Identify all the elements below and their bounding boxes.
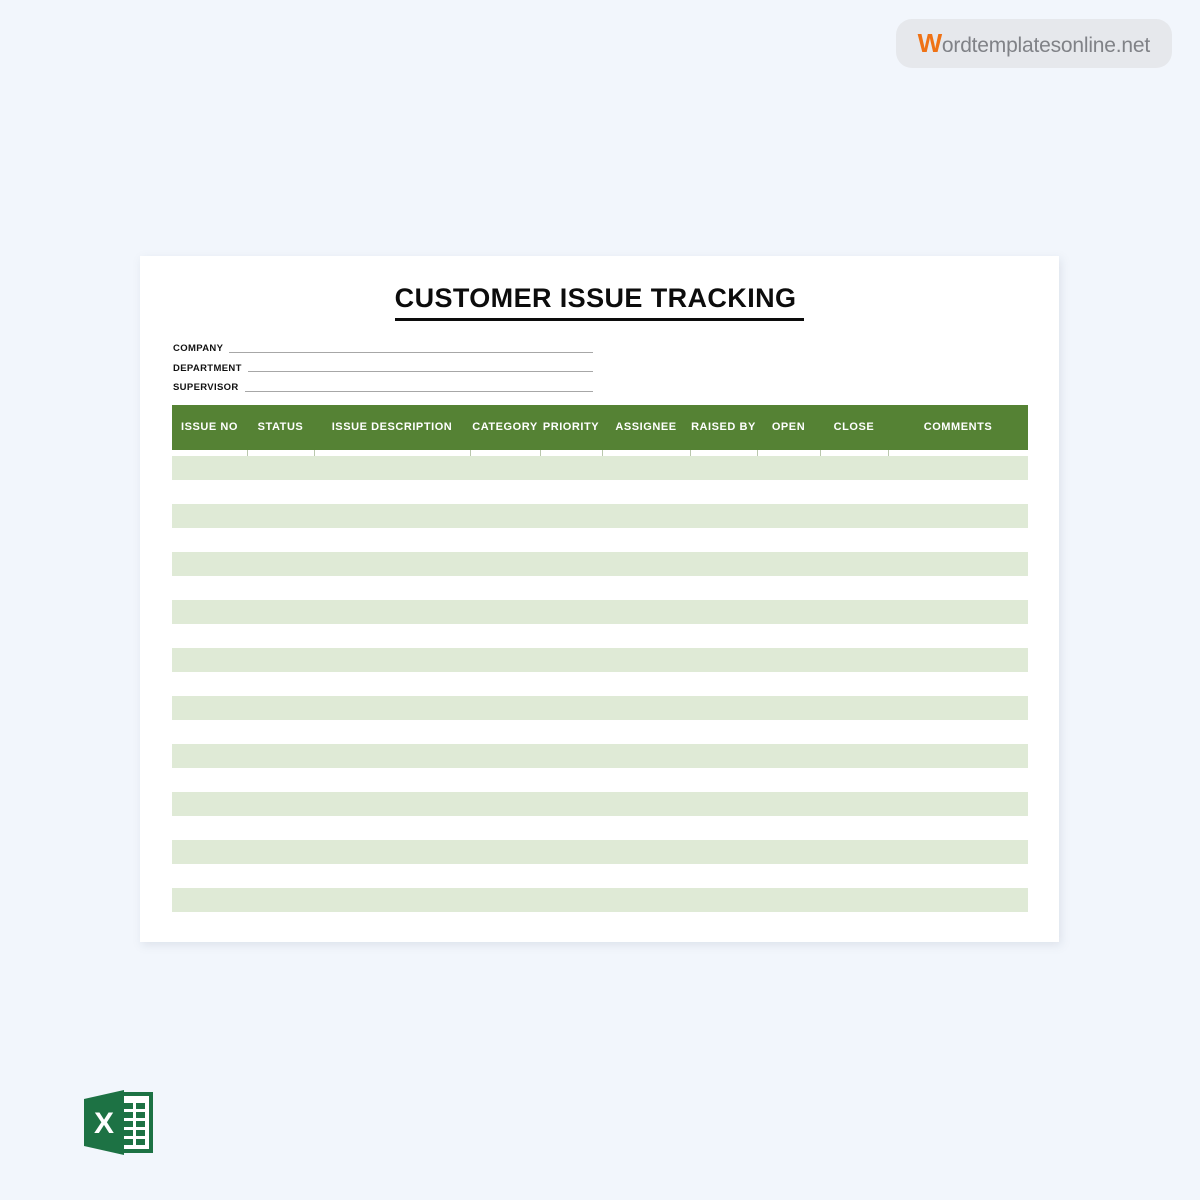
table-row[interactable] (172, 864, 1028, 888)
page-title: CUSTOMER ISSUE TRACKING (394, 283, 805, 321)
department-label: DEPARTMENT (173, 362, 242, 374)
column-divider-5 (690, 450, 691, 456)
column-header-category[interactable]: CATEGORY (470, 422, 540, 433)
table-row[interactable] (172, 744, 1028, 768)
watermark-badge: Wordtemplatesonline.net (895, 19, 1172, 68)
column-header-status[interactable]: STATUS (247, 422, 314, 433)
column-header-comments[interactable]: COMMENTS (888, 422, 1028, 433)
column-divider-1 (314, 450, 315, 456)
svg-text:X: X (94, 1107, 114, 1140)
table-row[interactable] (172, 552, 1028, 576)
excel-icon: X (78, 1083, 157, 1162)
column-header-assignee[interactable]: ASSIGNEE (602, 422, 690, 433)
column-header-raised-by[interactable]: RAISED BY (690, 422, 757, 433)
column-divider-6 (757, 450, 758, 456)
column-header-issue-no[interactable]: ISSUE NO (172, 422, 247, 433)
supervisor-input-line[interactable] (244, 390, 593, 392)
table-row[interactable] (172, 600, 1028, 624)
table-row[interactable] (172, 456, 1028, 480)
table-row[interactable] (172, 840, 1028, 864)
table-row[interactable] (172, 648, 1028, 672)
table-row[interactable] (172, 720, 1028, 744)
issue-tracking-table: ISSUE NO STATUS ISSUE DESCRIPTION CATEGORY P… (172, 405, 1028, 912)
supervisor-label: SUPERVISOR (173, 382, 239, 393)
table-row[interactable] (172, 768, 1028, 792)
column-divider-8 (888, 450, 889, 456)
column-divider-3 (540, 450, 541, 456)
meta-row-supervisor: SUPERVISOR (173, 374, 593, 394)
company-input-line[interactable] (229, 351, 593, 353)
column-divider-0 (247, 450, 248, 456)
watermark-initial: W (917, 28, 943, 58)
table-row[interactable] (172, 672, 1028, 696)
column-header-priority[interactable]: PRIORITY (540, 422, 602, 433)
meta-row-department: DEPARTMENT (173, 355, 593, 375)
table-row[interactable] (172, 888, 1028, 912)
table-row[interactable] (172, 816, 1028, 840)
table-row[interactable] (172, 624, 1028, 648)
table-row[interactable] (172, 480, 1028, 504)
company-label: COMPANY (173, 343, 224, 354)
column-divider-7 (820, 450, 821, 456)
column-header-issue-description[interactable]: ISSUE DESCRIPTION (314, 422, 470, 433)
table-row[interactable] (172, 528, 1028, 552)
meta-fields: COMPANY DEPARTMENT SUPERVISOR (173, 335, 593, 394)
table-row[interactable] (172, 792, 1028, 816)
column-dividers (172, 450, 1028, 456)
page-title-wrap: CUSTOMER ISSUE TRACKING (140, 283, 1059, 321)
department-input-line[interactable] (247, 371, 593, 372)
column-header-open[interactable]: OPEN (757, 422, 820, 433)
table-body (172, 456, 1028, 912)
watermark-text: ordtemplatesonline.net (941, 34, 1150, 57)
meta-row-company: COMPANY (173, 335, 593, 355)
table-header-row: ISSUE NO STATUS ISSUE DESCRIPTION CATEGORY P… (172, 405, 1028, 456)
table-row[interactable] (172, 576, 1028, 600)
document-card: CUSTOMER ISSUE TRACKING COMPANY DEPARTME… (140, 256, 1059, 942)
column-divider-2 (470, 450, 471, 456)
table-row[interactable] (172, 504, 1028, 528)
column-header-close[interactable]: CLOSE (820, 422, 888, 433)
table-row[interactable] (172, 696, 1028, 720)
column-divider-4 (602, 450, 603, 456)
